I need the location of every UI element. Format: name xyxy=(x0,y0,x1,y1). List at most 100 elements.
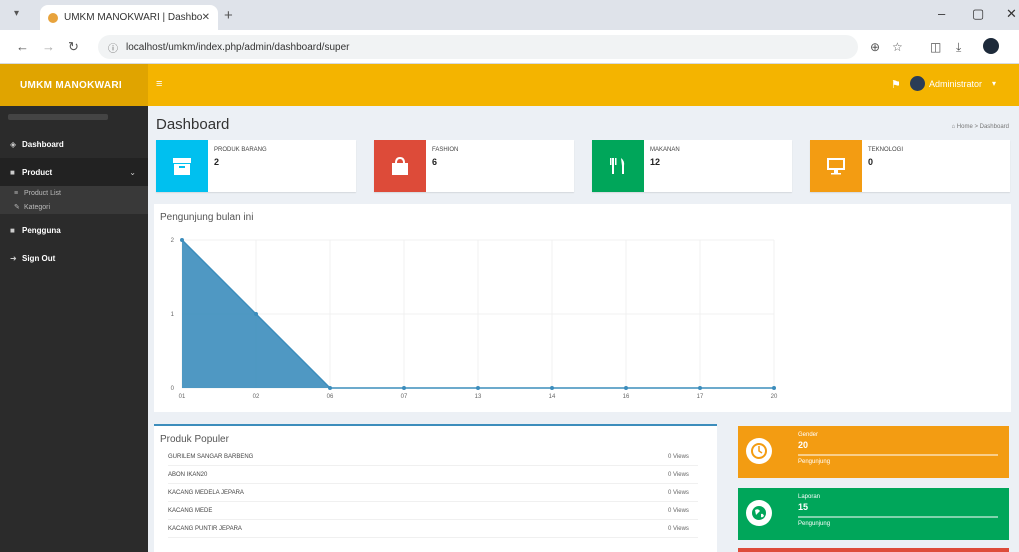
product-views: 0 Views xyxy=(668,508,689,514)
info-box-label: MAKANAN xyxy=(650,147,680,153)
favicon-icon xyxy=(48,12,58,23)
sidebar-item-label: Dashboard xyxy=(22,139,64,149)
visitor-chart: 01 02 06 07 13 14 16 17 20012 xyxy=(171,238,778,400)
popular-title: Produk Populer xyxy=(160,434,229,445)
info-box-produk-barang[interactable]: PRODUK BARANG 2 xyxy=(156,140,356,192)
sidebar-item-label: Pengguna xyxy=(22,225,61,235)
reload-icon[interactable]: ↻ xyxy=(68,39,79,55)
stat-box-laporan[interactable]: Laporan 15 Pengunjung xyxy=(738,488,1009,540)
browser-tab-bar: ▾ UMKM MANOKWARI | Dashbo ✕ + – ▢ ✕ xyxy=(0,0,1019,30)
product-views: 0 Views xyxy=(668,472,689,478)
product-icon: ■ xyxy=(10,167,15,177)
tab-title: UMKM MANOKWARI | Dashbo xyxy=(64,12,202,23)
sidebar-subitem-kategori[interactable]: ✎ Kategori xyxy=(0,200,148,214)
sidebar-item-dashboard[interactable]: ◈ Dashboard xyxy=(0,130,148,158)
notification-icon[interactable]: ⚑ xyxy=(891,78,901,91)
clock-icon xyxy=(746,438,772,464)
data-point xyxy=(698,386,702,390)
x-tick-label: 07 xyxy=(401,394,408,400)
address-bar-row: ← → ↻ ⓘ localhost/umkm/index.php/admin/d… xyxy=(0,30,1019,64)
chevron-down-icon: ▾ xyxy=(992,79,997,88)
signout-icon: ➜ xyxy=(10,253,17,263)
sidebar-item-pengguna[interactable]: ■ Pengguna xyxy=(0,216,148,244)
home-icon: ⌂ xyxy=(951,124,956,130)
users-icon: ■ xyxy=(10,225,15,235)
x-tick-label: 13 xyxy=(475,394,482,400)
info-box-value: 6 xyxy=(432,157,438,167)
list-item[interactable]: GURILEM SANGAR BARBENG 0 Views xyxy=(168,450,698,466)
x-tick-label: 17 xyxy=(697,394,704,400)
tab-close-icon[interactable]: ✕ xyxy=(202,12,210,23)
admin-header: UMKM MANOKWARI ≡ ⚑ Administrator ▾ xyxy=(0,64,1019,106)
sidebar-item-product[interactable]: ■ Product ⌄ xyxy=(0,158,148,186)
url-input[interactable]: ⓘ localhost/umkm/index.php/admin/dashboa… xyxy=(98,35,858,59)
breadcrumb: ⌂ Home > Dashboard xyxy=(951,124,1009,130)
breadcrumb-current: Dashboard xyxy=(979,124,1009,130)
stat-box-gender[interactable]: Gender 20 Pengunjung xyxy=(738,426,1009,478)
bookmark-star-icon[interactable]: ☆ xyxy=(892,40,903,54)
list-item[interactable]: KACANG MEDELA JEPARA 0 Views xyxy=(168,486,698,502)
stat-title: Gender xyxy=(798,432,819,438)
stat-title: Laporan xyxy=(798,494,821,500)
url-text: localhost/umkm/index.php/admin/dashboard… xyxy=(126,41,350,53)
sidebar-subitem-product-list[interactable]: ≡ Product List xyxy=(0,186,148,200)
stat-progress xyxy=(798,454,998,456)
avatar xyxy=(910,76,925,91)
user-menu[interactable]: Administrator ▾ xyxy=(910,76,996,91)
zoom-icon[interactable]: ⊕ xyxy=(870,40,880,54)
profile-avatar[interactable] xyxy=(983,38,999,54)
sidebar-toggle-icon[interactable]: ≡ xyxy=(156,78,162,90)
archive-icon xyxy=(156,140,208,192)
sidebar-subitem-label: Product List xyxy=(24,189,61,197)
data-point xyxy=(180,238,184,242)
globe-icon xyxy=(746,500,772,526)
x-tick-label: 06 xyxy=(327,394,334,400)
new-tab-button[interactable]: + xyxy=(224,7,233,24)
y-tick-label: 2 xyxy=(171,238,175,244)
x-tick-label: 16 xyxy=(623,394,630,400)
stat-progress xyxy=(798,516,998,518)
chevron-down-icon: ⌄ xyxy=(129,167,136,177)
stat-caption: Pengunjung xyxy=(798,521,831,527)
dashboard-icon: ◈ xyxy=(10,139,17,149)
list-item[interactable]: KACANG PUNTIR JEPARA 0 Views xyxy=(168,522,698,538)
popular-products-box: Produk Populer GURILEM SANGAR BARBENG 0 … xyxy=(154,424,717,552)
extensions-icon[interactable]: ◫ xyxy=(930,40,941,54)
list-item[interactable]: KACANG MEDE 0 Views xyxy=(168,504,698,520)
product-views: 0 Views xyxy=(668,490,689,496)
forward-icon[interactable]: → xyxy=(42,39,55,54)
minimize-button[interactable]: – xyxy=(938,6,945,21)
site-info-icon[interactable]: ⓘ xyxy=(108,40,118,55)
info-box-label: TEKNOLOGI xyxy=(868,147,904,153)
info-box-teknologi[interactable]: TEKNOLOGI 0 xyxy=(810,140,1010,192)
stat-box-partial xyxy=(738,548,1009,552)
y-tick-label: 0 xyxy=(171,386,175,392)
sidebar-item-label: Sign Out xyxy=(22,253,56,263)
y-tick-label: 1 xyxy=(171,312,175,318)
sidebar-search[interactable] xyxy=(8,114,108,120)
x-tick-label: 20 xyxy=(771,394,778,400)
sidebar-subitem-label: Kategori xyxy=(24,203,51,211)
restore-button[interactable]: ▢ xyxy=(972,6,984,22)
tag-icon: ✎ xyxy=(14,204,20,211)
info-box-value: 12 xyxy=(650,157,661,167)
page-title: Dashboard xyxy=(156,116,230,133)
info-box-makanan[interactable]: MAKANAN 12 xyxy=(592,140,792,192)
info-box-fashion[interactable]: FASHION 6 xyxy=(374,140,574,192)
list-item[interactable]: ABON IKAN20 0 Views xyxy=(168,468,698,484)
browser-tab[interactable]: UMKM MANOKWARI | Dashbo ✕ xyxy=(40,5,218,30)
sidebar: ◈ Dashboard ■ Product ⌄ ≡ Product List ✎… xyxy=(0,106,148,552)
brand-logo[interactable]: UMKM MANOKWARI xyxy=(0,64,148,106)
tab-search-icon[interactable]: ▾ xyxy=(14,8,19,19)
close-window-button[interactable]: ✕ xyxy=(1006,6,1017,22)
main-content: Dashboard ⌂ Home > Dashboard PRODUK BARA… xyxy=(148,106,1019,552)
download-icon[interactable]: ⤓ xyxy=(956,40,961,55)
breadcrumb-home[interactable]: Home xyxy=(957,124,973,130)
stat-caption: Pengunjung xyxy=(798,459,831,465)
data-point xyxy=(550,386,554,390)
sidebar-item-signout[interactable]: ➜ Sign Out xyxy=(0,244,148,272)
x-tick-label: 02 xyxy=(253,394,260,400)
data-point xyxy=(254,312,258,316)
visitor-chart-box: Pengunjung bulan ini 01 02 06 07 13 14 16 17 20 0… xyxy=(154,204,1011,412)
back-icon[interactable]: ← xyxy=(16,39,29,54)
